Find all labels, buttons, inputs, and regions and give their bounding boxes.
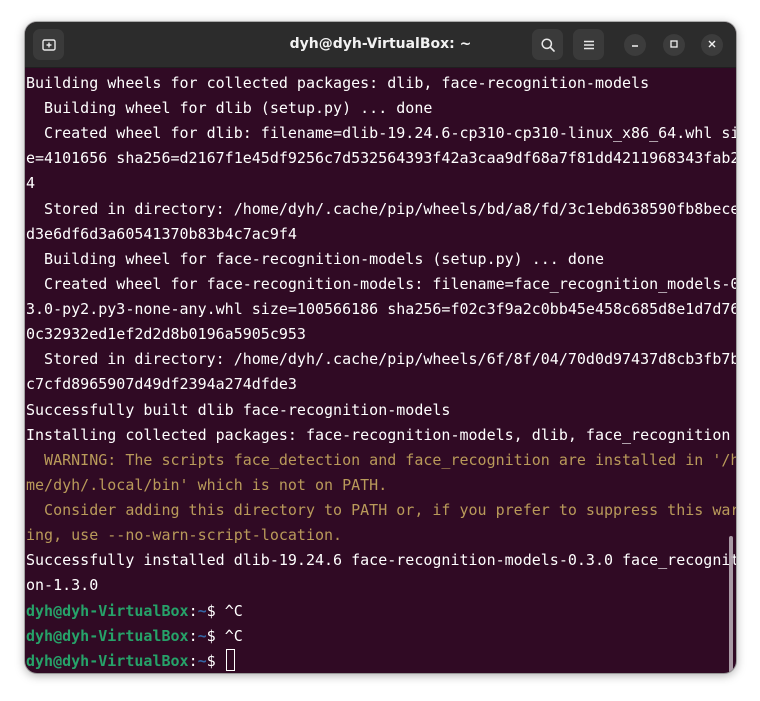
prompt-symbol: $ bbox=[206, 652, 225, 670]
prompt-symbol: $ bbox=[206, 627, 225, 645]
output-line: 3.0-py2.py3-none-any.whl size=100566186 … bbox=[26, 300, 736, 318]
maximize-icon bbox=[669, 36, 679, 54]
terminal-output[interactable]: Building wheels for collected packages: … bbox=[25, 68, 736, 673]
output-line: c7cfd8965907d49df2394a274dfde3 bbox=[26, 375, 297, 393]
close-icon bbox=[707, 36, 717, 54]
prompt-symbol: $ bbox=[206, 602, 225, 620]
output-line: Created wheel for face-recognition-model… bbox=[26, 275, 736, 293]
scrollbar[interactable] bbox=[729, 536, 733, 673]
hamburger-menu-icon bbox=[581, 37, 597, 53]
prompt-command: ^C bbox=[224, 627, 243, 645]
warning-line: ing, use --no-warn-script-location. bbox=[26, 526, 343, 544]
prompt-path: ~ bbox=[197, 602, 207, 620]
new-tab-button[interactable] bbox=[33, 29, 64, 60]
prompt-user: dyh@dyh-VirtualBox bbox=[26, 652, 189, 670]
output-line: Installing collected packages: face-reco… bbox=[26, 426, 731, 444]
maximize-button[interactable] bbox=[663, 34, 685, 56]
prompt-user: dyh@dyh-VirtualBox bbox=[26, 602, 189, 620]
minimize-button[interactable] bbox=[624, 34, 646, 56]
warning-line: me/dyh/.local/bin' which is not on PATH. bbox=[26, 476, 388, 494]
output-line: Building wheel for face-recognition-mode… bbox=[26, 250, 604, 268]
output-line: e=4101656 sha256=d2167f1e45df9256c7d5325… bbox=[26, 149, 736, 167]
output-line: Successfully built dlib face-recognition… bbox=[26, 401, 451, 419]
text-cursor[interactable] bbox=[225, 648, 235, 671]
search-icon bbox=[540, 37, 556, 53]
output-line: Created wheel for dlib: filename=dlib-19… bbox=[26, 124, 736, 142]
prompt-separator: : bbox=[188, 627, 198, 645]
output-line: Successfully installed dlib-19.24.6 face… bbox=[26, 551, 736, 569]
output-line: 0c32932ed1ef2d2d8b0196a5905c953 bbox=[26, 325, 306, 343]
output-line: Building wheels for collected packages: … bbox=[26, 74, 650, 92]
warning-line: Consider adding this directory to PATH o… bbox=[26, 501, 736, 519]
output-line: 4 bbox=[26, 174, 36, 192]
prompt-path: ~ bbox=[197, 627, 207, 645]
prompt-user: dyh@dyh-VirtualBox bbox=[26, 627, 189, 645]
prompt-command: ^C bbox=[224, 602, 243, 620]
output-line: Stored in directory: /home/dyh/.cache/pi… bbox=[26, 200, 736, 218]
terminal-window: dyh@dyh-VirtualBox: ~ Building wheels fo… bbox=[25, 22, 736, 673]
new-tab-icon bbox=[41, 37, 57, 53]
output-line: d3e6df6d3a60541370b83b4c7ac9f4 bbox=[26, 225, 297, 243]
prompt-path: ~ bbox=[197, 652, 207, 670]
close-button[interactable] bbox=[701, 34, 723, 56]
warning-line: WARNING: The scripts face_detection and … bbox=[26, 451, 736, 469]
prompt-line: dyh@dyh-VirtualBox:~$ ^C bbox=[26, 624, 243, 649]
output-line: on-1.3.0 bbox=[26, 576, 99, 594]
prompt-separator: : bbox=[188, 602, 198, 620]
menu-button[interactable] bbox=[573, 29, 604, 60]
prompt-line: dyh@dyh-VirtualBox:~$ ^C bbox=[26, 599, 243, 624]
minimize-icon bbox=[630, 36, 640, 54]
output-line: Building wheel for dlib (setup.py) ... d… bbox=[26, 99, 433, 117]
search-button[interactable] bbox=[532, 29, 563, 60]
active-prompt-line[interactable]: dyh@dyh-VirtualBox:~$ bbox=[26, 648, 235, 673]
output-line: Stored in directory: /home/dyh/.cache/pi… bbox=[26, 350, 736, 368]
titlebar[interactable]: dyh@dyh-VirtualBox: ~ bbox=[25, 22, 736, 68]
prompt-separator: : bbox=[188, 652, 198, 670]
